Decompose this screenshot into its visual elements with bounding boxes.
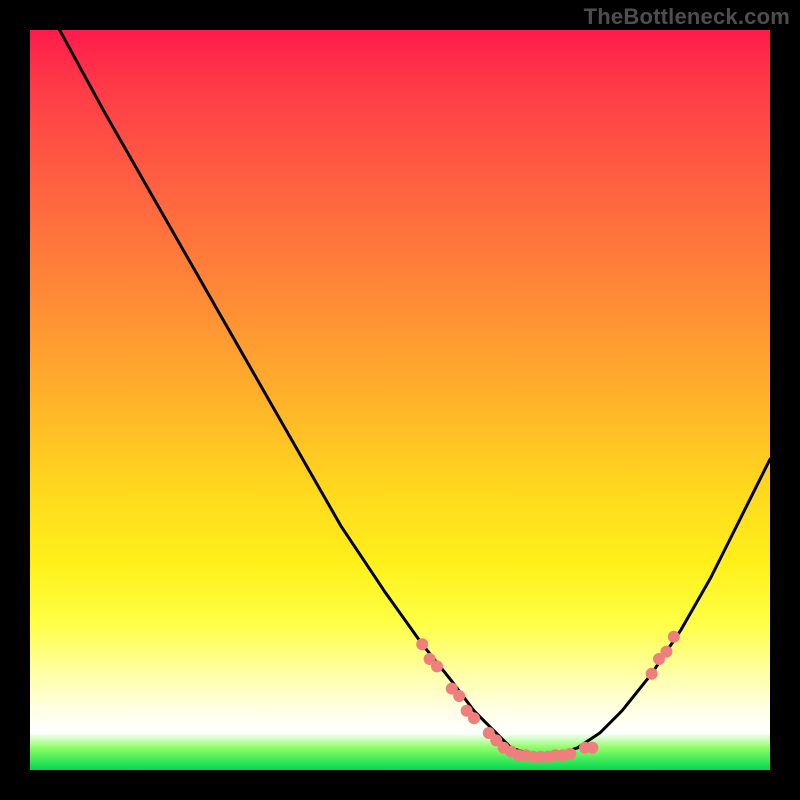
highlight-dot xyxy=(646,668,658,680)
highlight-dot xyxy=(431,660,443,672)
chart-frame: TheBottleneck.com xyxy=(0,0,800,800)
highlight-dot xyxy=(660,646,672,658)
highlight-dot xyxy=(416,638,428,650)
plot-area xyxy=(30,30,770,770)
chart-svg xyxy=(30,30,770,770)
highlight-dot xyxy=(564,748,576,760)
highlight-dots xyxy=(416,631,680,763)
highlight-dot xyxy=(668,631,680,643)
highlight-dot xyxy=(453,690,465,702)
highlight-dot xyxy=(468,712,480,724)
watermark-text: TheBottleneck.com xyxy=(584,4,790,30)
highlight-dot xyxy=(586,742,598,754)
